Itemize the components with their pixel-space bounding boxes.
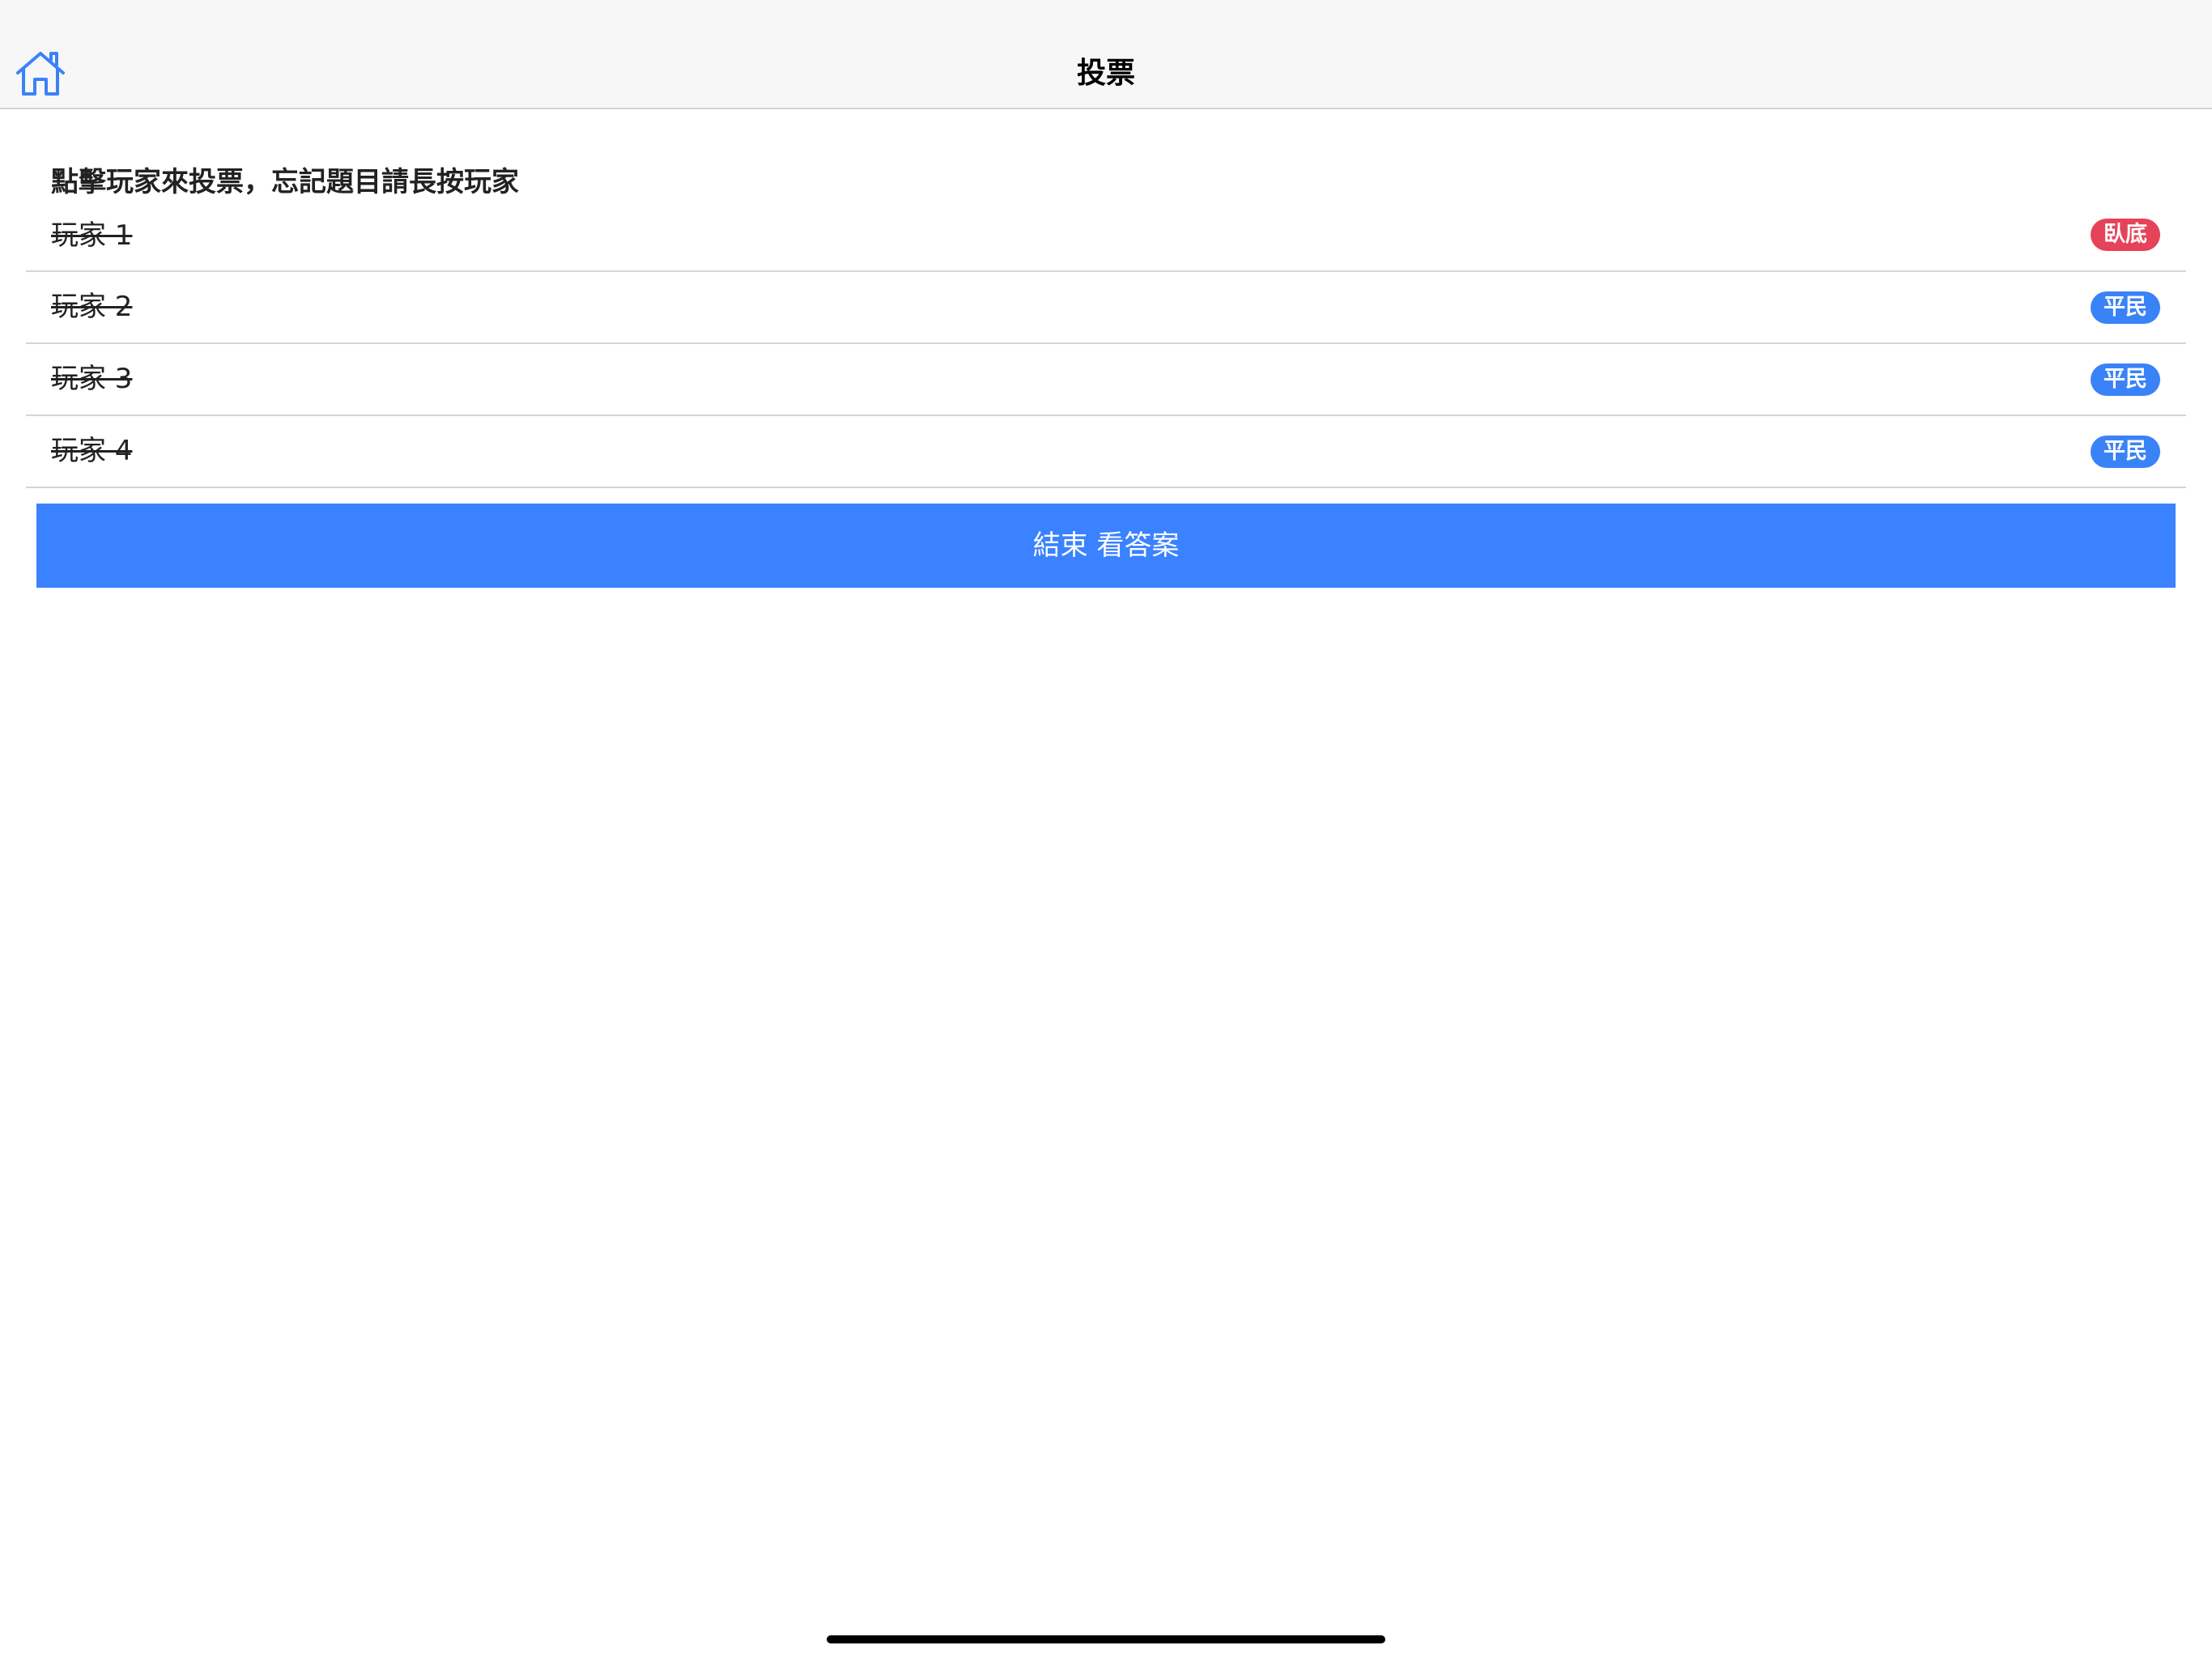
player-name: 玩家 4 [51,435,133,467]
player-row[interactable]: 玩家 2 平民 [26,272,2186,344]
player-row[interactable]: 玩家 4 平民 [26,416,2186,488]
role-badge: 平民 [2091,363,2160,396]
player-name: 玩家 3 [51,363,133,395]
player-name: 玩家 1 [51,219,133,252]
player-list: 玩家 1 臥底 玩家 2 平民 玩家 3 平民 玩家 4 平民 [26,201,2186,488]
end-show-answer-button[interactable]: 結束 看答案 [36,504,2176,588]
player-row[interactable]: 玩家 1 臥底 [26,201,2186,272]
player-row[interactable]: 玩家 3 平民 [26,344,2186,416]
vote-screen: 投票 點擊玩家來投票，忘記題目請長按玩家 玩家 1 臥底 玩家 2 平民 玩家 … [0,0,2212,1658]
home-indicator [827,1635,1385,1643]
page-title: 投票 [1076,57,1135,90]
role-badge: 平民 [2091,291,2160,324]
role-badge: 臥底 [2091,219,2160,251]
navigation-bar: 投票 [0,0,2212,109]
role-badge: 平民 [2091,436,2160,468]
instructions-text: 點擊玩家來投票，忘記題目請長按玩家 [51,166,519,198]
player-name: 玩家 2 [51,291,133,323]
